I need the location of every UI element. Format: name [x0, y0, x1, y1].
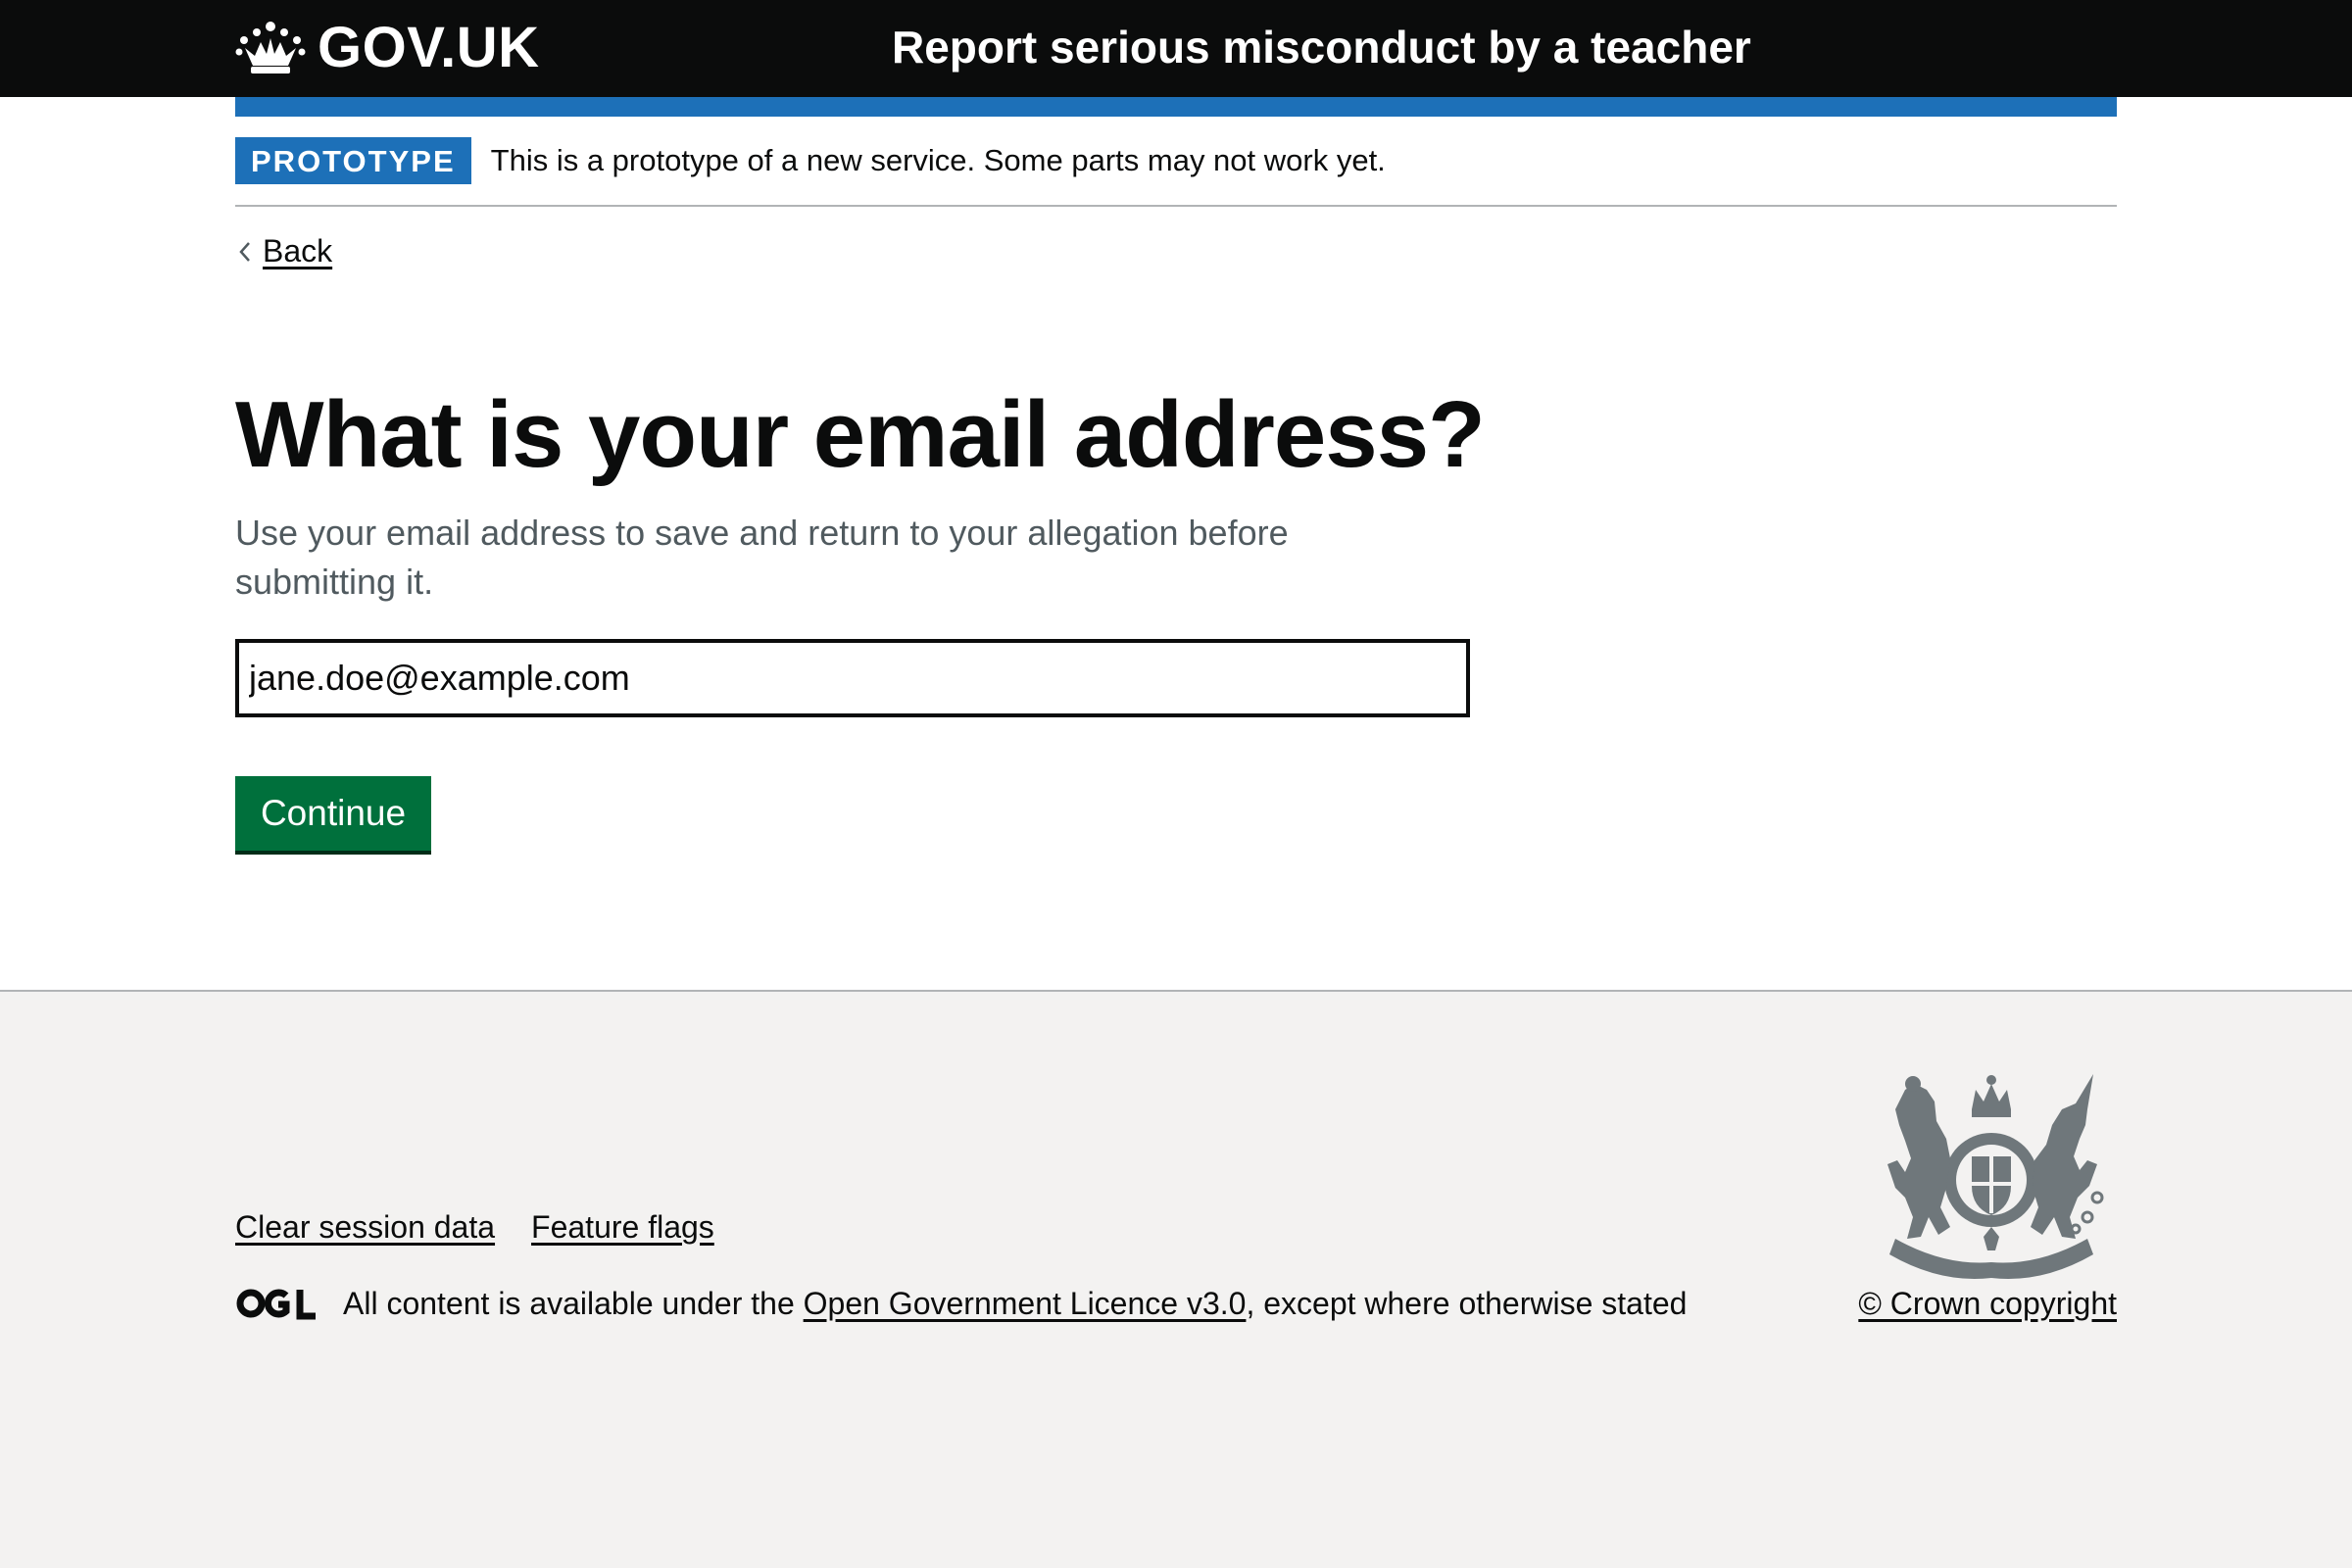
chevron-left-icon — [239, 241, 250, 262]
feature-flags-link[interactable]: Feature flags — [531, 1207, 714, 1247]
licence-prefix: All content is available under the — [343, 1286, 804, 1321]
service-name-link[interactable]: Report serious misconduct by a teacher — [892, 20, 1751, 74]
header-blue-bar — [235, 97, 2117, 117]
crown-copyright-link[interactable]: © Crown copyright — [1858, 1284, 2117, 1323]
email-input[interactable] — [235, 639, 1470, 717]
email-hint: Use your email address to save and retur… — [235, 513, 1289, 602]
back-link[interactable]: Back — [235, 233, 332, 270]
continue-button[interactable]: Continue — [235, 776, 431, 851]
footer-links: Clear session data Feature flags — [235, 1207, 714, 1247]
header-container: GOV.UK Report serious misconduct by a te… — [235, 0, 2117, 97]
phase-banner: PROTOTYPE This is a prototype of a new s… — [235, 117, 2117, 207]
govuk-logo-link[interactable]: GOV.UK — [235, 18, 539, 78]
footer: Clear session data Feature flags All con… — [235, 992, 2117, 1568]
licence-statement: All content is available under the Open … — [235, 1284, 1687, 1323]
phase-tag: PROTOTYPE — [235, 137, 471, 184]
page-title: What is your email address? — [235, 382, 1486, 487]
crown-icon — [235, 22, 306, 74]
clear-session-data-link[interactable]: Clear session data — [235, 1207, 495, 1247]
back-link-label: Back — [263, 233, 333, 269]
header: GOV.UK Report serious misconduct by a te… — [0, 0, 2352, 97]
licence-suffix: , except where otherwise stated — [1246, 1286, 1688, 1321]
logo-text: GOV.UK — [318, 16, 540, 79]
ogl-logo-icon — [236, 1289, 316, 1320]
royal-coat-of-arms-icon — [1887, 1074, 2104, 1279]
open-government-licence-link[interactable]: Open Government Licence v3.0 — [804, 1284, 1247, 1323]
phase-banner-text: This is a prototype of a new service. So… — [490, 143, 1386, 177]
page-body: GOV.UK Report serious misconduct by a te… — [0, 0, 2352, 990]
